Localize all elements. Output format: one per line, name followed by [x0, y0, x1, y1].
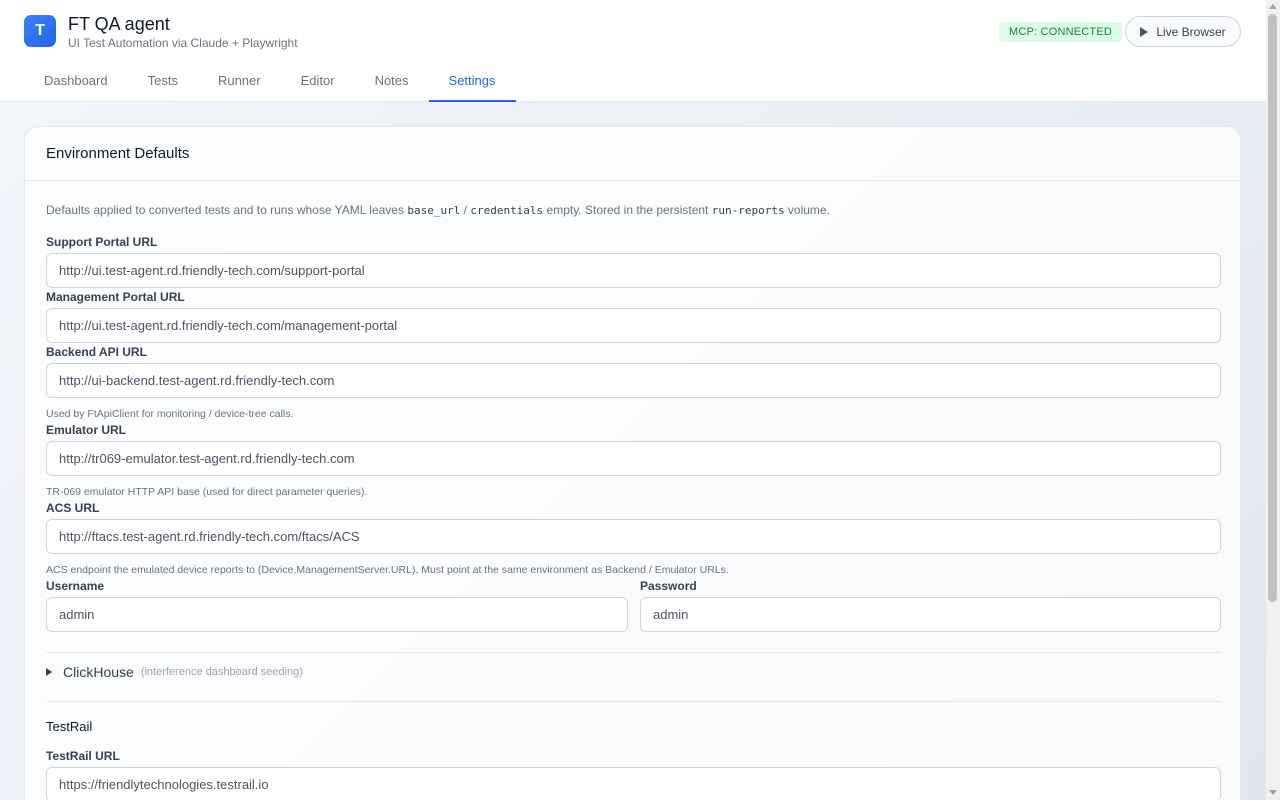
app-header: T FT QA agent UI Test Automation via Cla… — [0, 0, 1266, 102]
testrail-url-input[interactable] — [46, 767, 1221, 800]
management-portal-url-input[interactable] — [46, 308, 1221, 343]
card-title: Environment Defaults — [25, 127, 1240, 181]
clickhouse-subtitle: (interference dashboard seeding) — [140, 666, 303, 678]
username-label: Username — [46, 579, 105, 593]
tab-dashboard[interactable]: Dashboard — [24, 62, 128, 102]
code-run-reports: run-reports — [711, 204, 785, 217]
testrail-url-label: TestRail URL — [46, 749, 120, 763]
acs-url-input[interactable] — [46, 519, 1221, 554]
environment-defaults-card: Environment Defaults Defaults applied to… — [24, 126, 1241, 800]
password-label: Password — [640, 579, 697, 593]
support-portal-url-input[interactable] — [46, 253, 1221, 288]
management-portal-url-label: Management Portal URL — [46, 290, 185, 304]
app-logo: T — [24, 15, 56, 47]
play-icon — [1140, 26, 1149, 37]
support-portal-url-label: Support Portal URL — [46, 235, 158, 249]
scroll-down-icon[interactable] — [1269, 790, 1277, 795]
page-scrollbar[interactable] — [1266, 0, 1280, 800]
tab-settings[interactable]: Settings — [428, 62, 516, 102]
backend-api-url-input[interactable] — [46, 363, 1221, 398]
acs-url-label: ACS URL — [46, 501, 100, 515]
scroll-up-icon[interactable] — [1269, 4, 1277, 9]
backend-api-hint: Used by FtApiClient for monitoring / dev… — [46, 408, 294, 420]
triangle-right-icon — [46, 668, 52, 676]
code-credentials: credentials — [470, 204, 544, 217]
password-input[interactable] — [640, 597, 1221, 632]
tab-editor[interactable]: Editor — [281, 62, 355, 102]
tab-tests[interactable]: Tests — [128, 62, 198, 102]
divider — [46, 652, 1221, 653]
app-subtitle: UI Test Automation via Claude + Playwrig… — [68, 36, 298, 50]
clickhouse-toggle[interactable]: ClickHouse (interference dashboard seedi… — [46, 664, 303, 680]
code-base-url: base_url — [407, 204, 461, 217]
backend-api-url-label: Backend API URL — [46, 345, 147, 359]
mcp-status-badge: MCP: CONNECTED — [999, 22, 1123, 42]
emulator-url-label: Emulator URL — [46, 423, 127, 437]
tab-runner[interactable]: Runner — [198, 62, 281, 102]
emulator-hint: TR-069 emulator HTTP API base (used for … — [46, 486, 368, 498]
tab-notes[interactable]: Notes — [355, 62, 429, 102]
divider — [46, 701, 1221, 702]
live-browser-label: Live Browser — [1156, 24, 1226, 39]
app-title: FT QA agent — [68, 14, 170, 34]
scroll-thumb[interactable] — [1268, 14, 1277, 602]
settings-description: Defaults applied to converted tests and … — [46, 203, 830, 217]
testrail-section-title: TestRail — [46, 719, 93, 734]
emulator-url-input[interactable] — [46, 441, 1221, 476]
clickhouse-title: ClickHouse — [63, 664, 134, 680]
acs-hint: ACS endpoint the emulated device reports… — [46, 564, 729, 576]
live-browser-button[interactable]: Live Browser — [1125, 16, 1241, 47]
username-input[interactable] — [46, 597, 628, 632]
main-tabs: Dashboard Tests Runner Editor Notes Sett… — [24, 62, 516, 102]
